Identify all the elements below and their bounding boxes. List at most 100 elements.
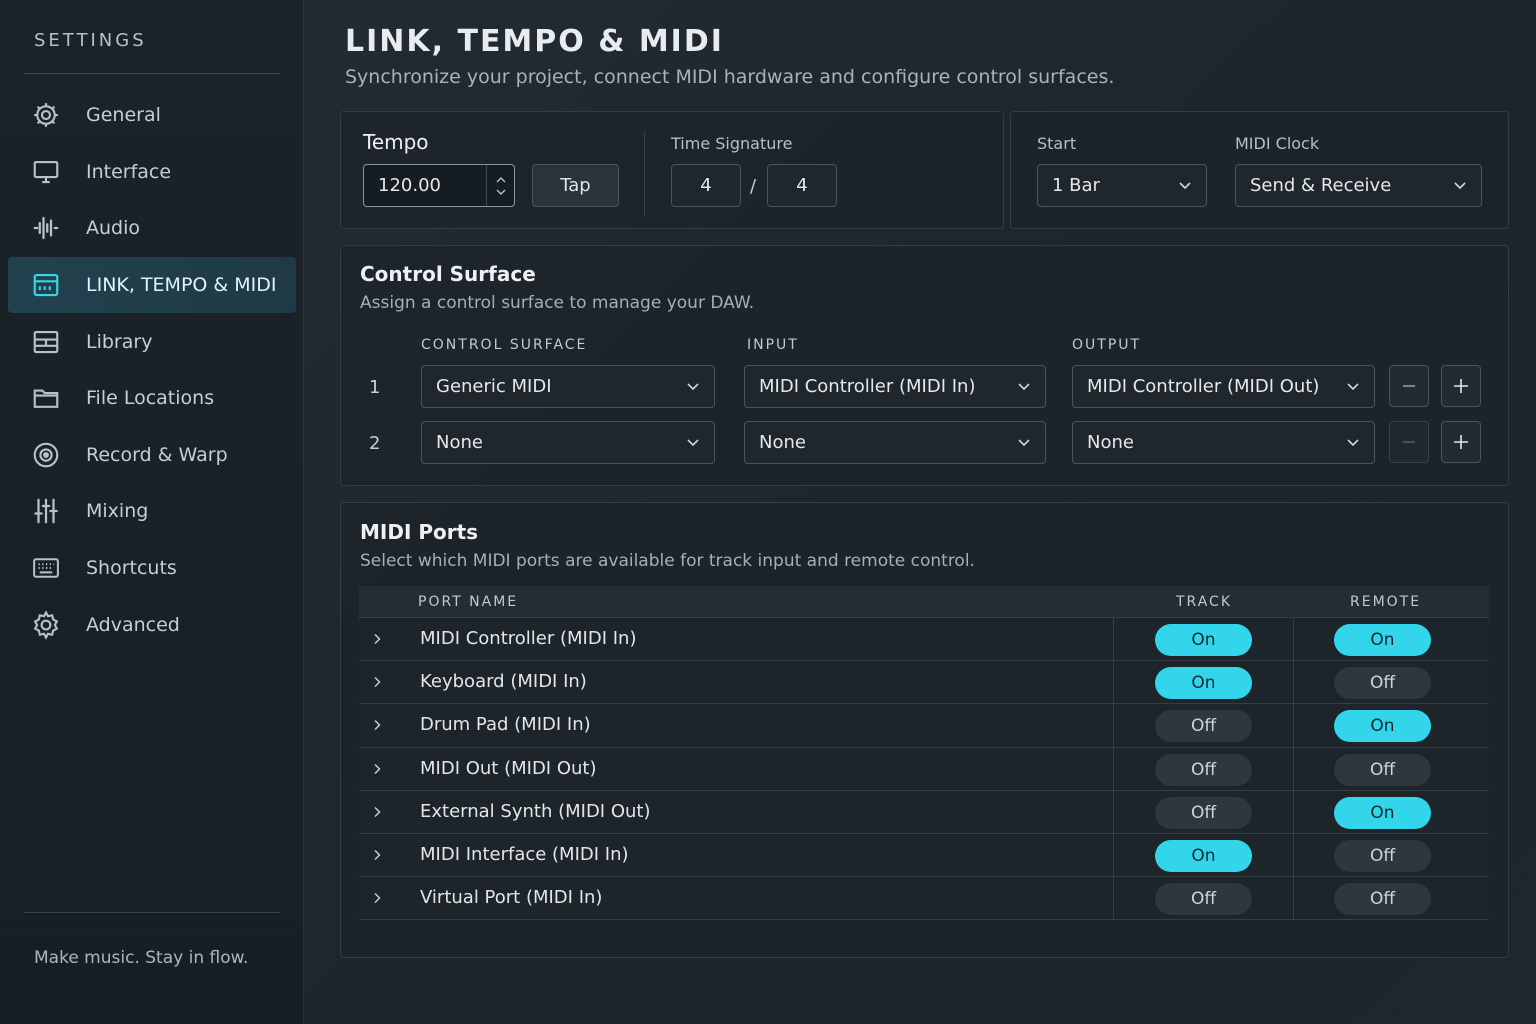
column-divider — [1293, 704, 1294, 747]
output-select-1[interactable]: MIDI Controller (MIDI Out) — [1072, 365, 1375, 408]
input-select-2[interactable]: None — [744, 421, 1046, 464]
column-divider — [1113, 661, 1114, 704]
add-surface-button[interactable] — [1441, 421, 1481, 463]
sidebar-item-mixing[interactable]: Mixing — [8, 483, 296, 540]
sidebar-divider-bottom — [24, 912, 280, 913]
column-divider — [1293, 833, 1294, 877]
chevron-right-icon[interactable] — [371, 676, 383, 688]
midi-clock-value: Send & Receive — [1250, 175, 1392, 196]
midi-ports-subtitle: Select which MIDI ports are available fo… — [360, 551, 975, 571]
tap-button[interactable]: Tap — [532, 164, 619, 207]
plus-icon — [1454, 379, 1468, 393]
table-row: Keyboard (MIDI In) On Off — [359, 661, 1489, 705]
table-row: MIDI Out (MIDI Out) Off Off — [359, 747, 1489, 791]
chevron-down-icon — [1179, 182, 1191, 190]
midi-clock-select[interactable]: Send & Receive — [1235, 164, 1482, 207]
chevron-down-icon — [687, 383, 699, 391]
port-name: MIDI Interface (MIDI In) — [420, 843, 629, 865]
sync-panel: Start 1 Bar MIDI Clock Send & Receive — [1010, 111, 1509, 229]
port-name: MIDI Controller (MIDI In) — [420, 628, 637, 649]
advanced-gear-icon — [30, 609, 62, 641]
surface-select-value: Generic MIDI — [436, 376, 552, 397]
input-select-1[interactable]: MIDI Controller (MIDI In) — [744, 365, 1046, 408]
ports-table-header: PORT NAME TRACK REMOTE — [359, 586, 1489, 618]
tempo-label: Tempo — [363, 130, 429, 154]
folder-icon — [30, 382, 62, 414]
track-toggle[interactable]: Off — [1155, 883, 1252, 916]
sidebar-item-general[interactable]: General — [8, 87, 296, 144]
sidebar-item-record-warp[interactable]: Record & Warp — [8, 427, 296, 484]
remote-toggle[interactable]: On — [1334, 710, 1431, 743]
start-select[interactable]: 1 Bar — [1037, 164, 1207, 207]
remove-surface-button[interactable] — [1389, 421, 1429, 463]
sidebar-item-interface[interactable]: Interface — [8, 144, 296, 201]
sidebar-item-advanced[interactable]: Advanced — [8, 596, 296, 653]
add-surface-button[interactable] — [1441, 365, 1481, 407]
port-name: Keyboard (MIDI In) — [420, 671, 587, 693]
sidebar-item-label: Library — [86, 330, 153, 353]
sidebar-item-audio[interactable]: Audio — [8, 200, 296, 257]
sidebar-item-file-locations[interactable]: File Locations — [8, 370, 296, 427]
chevron-down-icon — [1347, 439, 1359, 447]
main-content: LINK, TEMPO & MIDI Synchronize your proj… — [304, 0, 1536, 1024]
column-header-output: OUTPUT — [1072, 337, 1142, 353]
chevron-down-icon — [1347, 383, 1359, 391]
sidebar-item-shortcuts[interactable]: Shortcuts — [8, 540, 296, 597]
sidebar-item-link-tempo-midi[interactable]: LINK, TEMPO & MIDI — [8, 256, 296, 314]
track-toggle[interactable]: On — [1155, 667, 1252, 700]
stepper-down-icon[interactable] — [496, 189, 506, 196]
track-toggle[interactable]: Off — [1155, 753, 1252, 786]
column-divider — [1113, 704, 1114, 747]
tempo-stepper[interactable] — [486, 165, 514, 206]
remote-toggle[interactable]: Off — [1334, 753, 1431, 786]
start-label: Start — [1037, 134, 1077, 153]
remove-surface-button[interactable] — [1389, 365, 1429, 407]
remote-toggle[interactable]: On — [1334, 624, 1431, 656]
chevron-down-icon — [1018, 383, 1030, 391]
library-icon — [30, 326, 62, 358]
output-select-2[interactable]: None — [1072, 421, 1375, 464]
column-divider — [1293, 661, 1294, 704]
track-toggle[interactable]: On — [1155, 624, 1252, 656]
chevron-right-icon[interactable] — [371, 719, 383, 731]
sidebar-item-label: File Locations — [86, 387, 215, 410]
column-header-input: INPUT — [747, 337, 799, 353]
column-header-surface: CONTROL SURFACE — [421, 337, 588, 353]
keyboard-icon — [30, 552, 62, 584]
chevron-right-icon[interactable] — [371, 849, 383, 861]
remote-toggle[interactable]: On — [1334, 796, 1431, 829]
port-name: Drum Pad (MIDI In) — [420, 714, 591, 736]
time-signature-separator: / — [750, 176, 757, 197]
tagline: Make music. Stay in flow. — [34, 948, 249, 968]
track-toggle[interactable]: On — [1155, 839, 1252, 872]
tempo-panel: Tempo 120.00 Tap Time Signature 4 / 4 — [340, 111, 1004, 229]
midi-ports-table: PORT NAME TRACK REMOTE MIDI Controller (… — [359, 586, 1489, 921]
stepper-up-icon[interactable] — [496, 176, 506, 183]
tempo-input[interactable]: 120.00 — [363, 164, 515, 207]
remote-toggle[interactable]: Off — [1334, 883, 1431, 916]
surface-select-1[interactable]: Generic MIDI — [421, 365, 715, 408]
time-signature-label: Time Signature — [671, 134, 793, 153]
track-toggle[interactable]: Off — [1155, 796, 1252, 829]
sidebar-nav: General Interface Audio LINK, TEMPO & MI… — [8, 87, 296, 653]
record-icon — [30, 439, 62, 471]
remote-toggle[interactable]: Off — [1334, 667, 1431, 700]
sidebar-item-library[interactable]: Library — [8, 313, 296, 370]
sidebar-item-label: Record & Warp — [86, 443, 228, 466]
waveform-icon — [30, 212, 62, 244]
chevron-right-icon[interactable] — [371, 892, 383, 904]
chevron-right-icon[interactable] — [371, 633, 383, 645]
page-title: LINK, TEMPO & MIDI — [345, 24, 724, 59]
sidebar-item-label: Shortcuts — [86, 557, 177, 580]
remote-toggle[interactable]: Off — [1334, 839, 1431, 872]
chevron-right-icon[interactable] — [371, 763, 383, 775]
surface-select-2[interactable]: None — [421, 421, 715, 464]
time-signature-denominator[interactable]: 4 — [767, 164, 837, 207]
table-row: External Synth (MIDI Out) Off On — [359, 790, 1489, 834]
chevron-right-icon[interactable] — [371, 806, 383, 818]
table-row: MIDI Interface (MIDI In) On Off — [359, 833, 1489, 878]
time-signature-numerator[interactable]: 4 — [671, 164, 741, 207]
column-divider — [1293, 747, 1294, 790]
sidebar-item-label: General — [86, 104, 161, 127]
track-toggle[interactable]: Off — [1155, 710, 1252, 743]
